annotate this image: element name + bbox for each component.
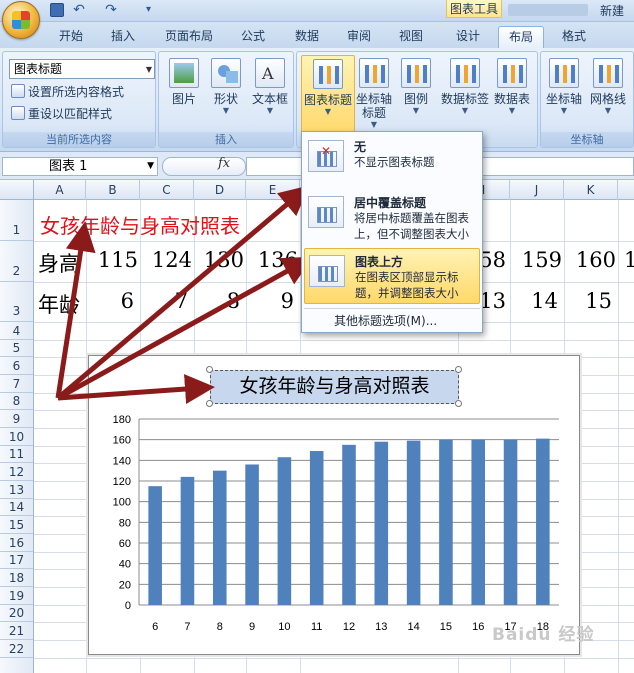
baidu-watermark: Baidu 经验 (492, 625, 595, 645)
dropdown-item-desc: 在图表区顶部显示标题，并调整图表大小 (355, 270, 459, 300)
dropdown-item-title: 无 (354, 140, 367, 154)
dropdown-item-above-chart[interactable]: 图表上方 在图表区顶部显示标题，并调整图表大小 (304, 248, 480, 304)
annotation-arrows (55, 185, 314, 405)
more-title-options[interactable]: 其他标题选项(M)... (334, 312, 437, 329)
dropdown-item-centered-overlay[interactable]: 居中覆盖标题 将居中标题覆盖在图表上，但不调整图表大小 (304, 190, 480, 244)
dropdown-separator (304, 308, 480, 309)
dropdown-item-desc: 将居中标题覆盖在图表上，但不调整图表大小 (354, 211, 469, 241)
office-logo-icon (12, 11, 30, 29)
dropdown-item-title: 图表上方 (355, 255, 404, 269)
centered-overlay-title-icon (308, 196, 344, 228)
dropdown-item-desc: 不显示图表标题 (354, 155, 435, 169)
no-title-icon: ✕ (308, 140, 344, 172)
chart-title-dropdown: ✕ 无 不显示图表标题 居中覆盖标题 将居中标题覆盖在图表上，但不调整图表大小 … (301, 131, 483, 333)
arrow-icon (55, 185, 314, 405)
office-button[interactable] (2, 1, 40, 39)
dropdown-item-title: 居中覆盖标题 (354, 196, 427, 210)
above-chart-title-icon (309, 255, 345, 287)
dropdown-item-none[interactable]: ✕ 无 不显示图表标题 (304, 134, 480, 178)
